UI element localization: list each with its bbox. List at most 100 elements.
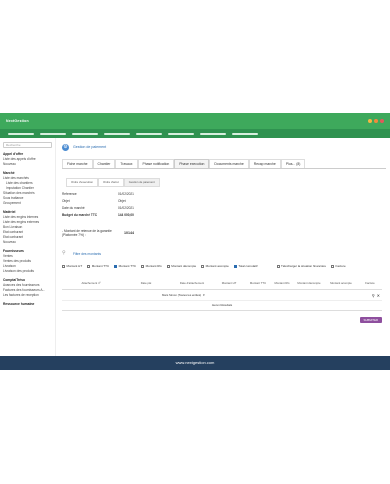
- tab-item[interactable]: Travaux: [115, 159, 138, 168]
- sidebar-item[interactable]: Les factures de reception: [3, 293, 52, 298]
- subtab-item[interactable]: Ordre d'execution: [66, 178, 98, 187]
- table-header-cell: Montant acompte: [330, 280, 352, 285]
- page-background-top: [0, 0, 390, 113]
- table-filter-row: Mars Simon (Toutes les entités) ▾ ⚲ ✕: [62, 290, 382, 301]
- checkbox-icon[interactable]: [62, 264, 65, 268]
- marche-info: Reference 01/02/2021 Objet Objet Date du mar…: [62, 191, 386, 219]
- window-dot-icon[interactable]: [374, 119, 378, 123]
- actions-bar: SUBMITER: [58, 317, 382, 323]
- sidebar-item[interactable]: Livraison des produits: [3, 269, 52, 274]
- checkbox-icon[interactable]: [233, 264, 237, 268]
- app-window: NextGestion Recherche Appel d'offre Liste…: [0, 113, 390, 356]
- checkbox-icon[interactable]: [114, 264, 118, 268]
- subtab-item[interactable]: Ordre d'arret: [98, 178, 124, 187]
- sidebar-section-title[interactable]: Fournisseurs: [3, 249, 52, 253]
- checkbox-label: Montant TTC: [118, 264, 137, 268]
- menu-item[interactable]: [72, 132, 98, 135]
- menu-item[interactable]: [136, 132, 162, 135]
- sidebar-item[interactable]: Nouveau: [3, 240, 52, 245]
- tab-item[interactable]: Phase execution: [174, 159, 210, 168]
- checkbox-icon[interactable]: [166, 264, 170, 268]
- checkbox-icon[interactable]: [87, 264, 91, 268]
- sidebar-item[interactable]: Groupement: [3, 201, 52, 206]
- filter-checkbox[interactable]: Montant acompte: [201, 264, 229, 268]
- tab-bar: Fiche marche Chantier Travaux Phase notific…: [62, 159, 386, 169]
- app-header: NextGestion: [0, 113, 390, 129]
- menu-item[interactable]: [200, 132, 226, 135]
- table-header: Attachement nº Date pài Date d'attachement…: [62, 276, 382, 290]
- sidebar-section-title[interactable]: Marché: [3, 171, 52, 175]
- checkbox-icon[interactable]: [201, 264, 205, 268]
- table-header-cell: Montant TTC: [249, 280, 267, 285]
- menu-item[interactable]: [40, 132, 66, 135]
- menu-item[interactable]: [104, 132, 130, 135]
- empty-results: Aucun Résultats: [62, 301, 382, 311]
- checkbox-label: Télécharger la situation financière: [281, 264, 327, 268]
- tab-item[interactable]: Documents marche: [209, 159, 249, 168]
- filter-checkbox[interactable]: Facture: [331, 264, 346, 268]
- table-header-cell: Attachement nº: [81, 280, 101, 285]
- filter-checkbox[interactable]: Total cumulatif: [233, 264, 258, 268]
- menu-item[interactable]: [232, 132, 258, 135]
- filter-checkbox[interactable]: Montant décompte: [166, 264, 197, 268]
- checkbox-label: Total cumulatif: [238, 264, 258, 268]
- tab-item[interactable]: Chantier: [92, 159, 116, 168]
- page-title: Gestion de paiement: [73, 145, 107, 149]
- close-icon[interactable]: ✕: [377, 293, 380, 298]
- table-header-cell: Facture: [365, 280, 375, 285]
- amount-filters: Montant HT Montant TTC Montant TTC Montant …: [62, 264, 382, 268]
- entity-select[interactable]: Mars Simon (Toutes les entités): [162, 293, 201, 297]
- gear-icon: ⚙: [62, 143, 69, 151]
- checkbox-icon[interactable]: [141, 264, 145, 268]
- tab-item[interactable]: Plus... (8): [280, 159, 306, 168]
- sidebar: Recherche Appel d'offre Liste des appels …: [0, 138, 56, 356]
- filter-checkbox[interactable]: Montant TTC: [114, 264, 136, 268]
- info-row: Reference 01/02/2021: [62, 191, 386, 198]
- info-value: 01/02/2021: [118, 192, 134, 196]
- sidebar-section-title[interactable]: Ressource humaine: [3, 302, 52, 306]
- subtab-bar: Ordre d'execution Ordre d'arret Gestion de…: [66, 178, 386, 187]
- sidebar-section-title[interactable]: Appel d'offre: [3, 152, 52, 156]
- checkbox-label: Facture: [335, 264, 346, 268]
- retenue-row: - Montant de retenue de la garantie (Pla…: [62, 229, 386, 237]
- info-value: 01/02/2021: [118, 206, 134, 210]
- checkbox-icon[interactable]: [331, 264, 335, 268]
- filter-checkbox[interactable]: Montant RG: [141, 264, 162, 268]
- search-icon[interactable]: ⚲: [372, 293, 375, 298]
- chevron-down-icon[interactable]: ▾: [203, 293, 205, 297]
- sidebar-item[interactable]: Nouveau: [3, 162, 52, 167]
- info-label: Reference: [62, 192, 77, 196]
- tab-item[interactable]: Fiche marche: [62, 159, 93, 168]
- sidebar-sections: Appel d'offre Liste des appels d'offre Nou…: [0, 152, 55, 306]
- sidebar-section-title[interactable]: Compta/Tréso: [3, 278, 52, 282]
- info-row: Date du marché 01/02/2021: [62, 205, 386, 212]
- checkbox-label: Montant TTC: [91, 264, 110, 268]
- tab-item[interactable]: Recap marche: [248, 159, 281, 168]
- app-logo[interactable]: NextGestion: [6, 119, 29, 123]
- tab-item[interactable]: Phase notification: [137, 159, 175, 168]
- window-dot-icon[interactable]: [380, 119, 384, 123]
- table-header-cell: Date d'attachement: [179, 280, 205, 285]
- menu-item[interactable]: [8, 132, 34, 135]
- window-dot-icon[interactable]: [368, 119, 372, 123]
- payments-table: Attachement nº Date pài Date d'attachement…: [62, 276, 382, 311]
- download-financial-checkbox[interactable]: Télécharger la situation financière: [276, 264, 327, 268]
- checkbox-label: Montant acompte: [205, 264, 229, 268]
- checkbox-label: Montant décompte: [171, 264, 197, 268]
- menu-item[interactable]: [168, 132, 194, 135]
- table-header-cell: Montant décompte: [297, 280, 321, 285]
- filter-header: ⚲ Filtre des montants: [62, 251, 386, 256]
- checkbox-icon[interactable]: [276, 264, 280, 268]
- footer-url[interactable]: www.nextgestion.com: [0, 356, 390, 370]
- main-content: ⚙ Gestion de paiement Fiche marche Chanti…: [58, 138, 386, 356]
- window-controls: [368, 119, 384, 123]
- sidebar-search-input[interactable]: Recherche: [3, 142, 52, 148]
- table-header-cell: Date pài: [140, 280, 152, 285]
- filter-checkbox[interactable]: Montant TTC: [87, 264, 109, 268]
- table-header-cell: Montant RG: [274, 280, 290, 285]
- filter-icon: ⚲: [62, 250, 66, 256]
- filter-checkbox[interactable]: Montant HT: [62, 264, 82, 268]
- subtab-item[interactable]: Gestion de paiement: [123, 178, 160, 187]
- submit-button[interactable]: SUBMITER: [359, 317, 382, 323]
- sidebar-section-title[interactable]: Matériel: [3, 210, 52, 214]
